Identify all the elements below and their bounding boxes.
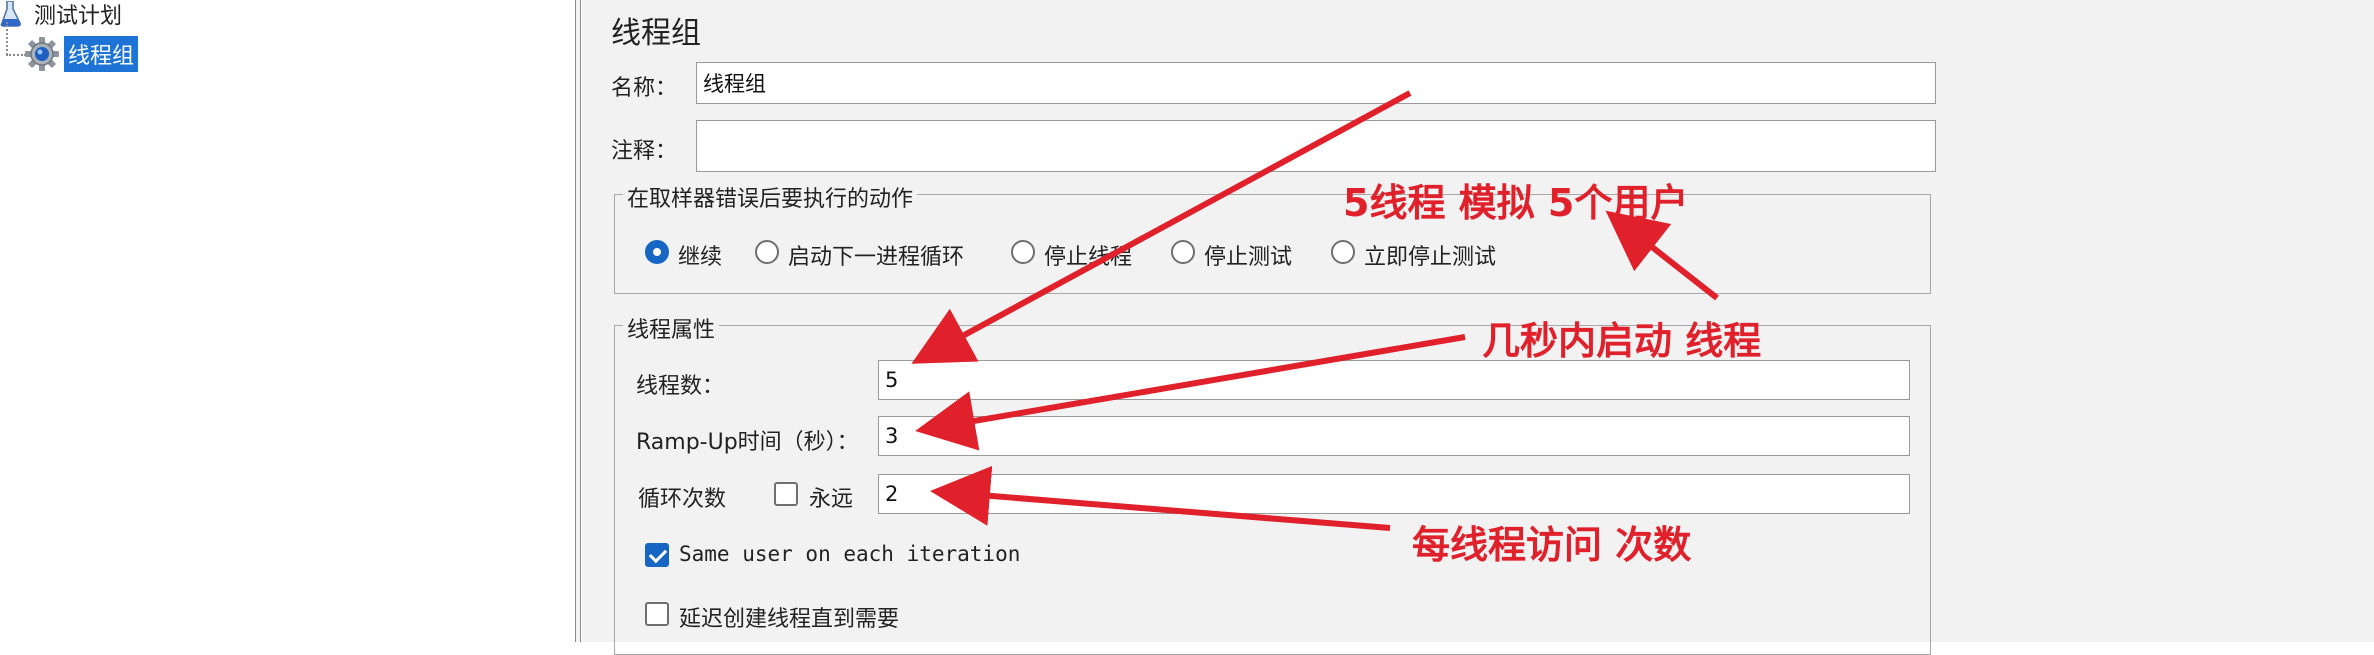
radio-stop-thread[interactable] [1011,240,1035,264]
threads-field[interactable] [878,360,1910,400]
tree-connector [6,22,8,55]
tree-item-label: 测试计划 [34,4,123,29]
rampup-label: Ramp-Up时间（秒）： [636,430,859,455]
same-user-label: Same user on each iteration [679,542,1021,566]
forever-checkbox[interactable] [774,482,798,506]
radio-stop-test-label: 停止测试 [1204,245,1293,270]
radio-start-next-loop-label: 启动下一进程循环 [788,245,965,270]
radio-stop-thread-label: 停止线程 [1044,245,1133,270]
radio-stop-test-now-label: 立即停止测试 [1364,245,1497,270]
tree-item-label: 线程组 [64,36,139,72]
comment-field[interactable] [696,120,1936,172]
comment-label: 注释： [611,139,678,164]
loop-count-field[interactable] [878,474,1910,514]
name-label: 名称： [611,76,678,101]
thread-properties-title: 线程属性 [623,312,720,344]
annotation-loops: 每线程访问 次数 [1412,523,1692,567]
name-field[interactable] [696,62,1936,104]
delay-create-checkbox[interactable] [645,602,669,626]
threads-label: 线程数： [636,374,725,399]
loop-count-label: 循环次数 [638,487,727,512]
sampler-error-title: 在取样器错误后要执行的动作 [623,181,918,213]
radio-continue[interactable] [645,240,669,264]
panel-title: 线程组 [611,16,701,51]
radio-stop-test[interactable] [1171,240,1195,264]
annotation-rampup: 几秒内启动 线程 [1482,319,1762,363]
gear-icon [24,36,60,72]
panel-splitter[interactable] [575,0,581,642]
radio-start-next-loop[interactable] [755,240,779,264]
tree-connector [6,54,26,56]
tree-item-test-plan[interactable]: 测试计划 [0,0,126,29]
tree-item-thread-group[interactable]: 线程组 [24,34,139,74]
test-plan-tree: 测试计划 线程组 [0,0,575,642]
delay-create-label: 延迟创建线程直到需要 [679,607,900,632]
radio-stop-test-now[interactable] [1331,240,1355,264]
rampup-field[interactable] [878,416,1910,456]
flask-icon [0,0,22,27]
annotation-threads-users: 5线程 模拟 5个用户 [1343,181,1689,225]
radio-continue-label: 继续 [678,245,723,270]
forever-label: 永远 [809,487,854,512]
same-user-checkbox[interactable] [645,543,669,567]
